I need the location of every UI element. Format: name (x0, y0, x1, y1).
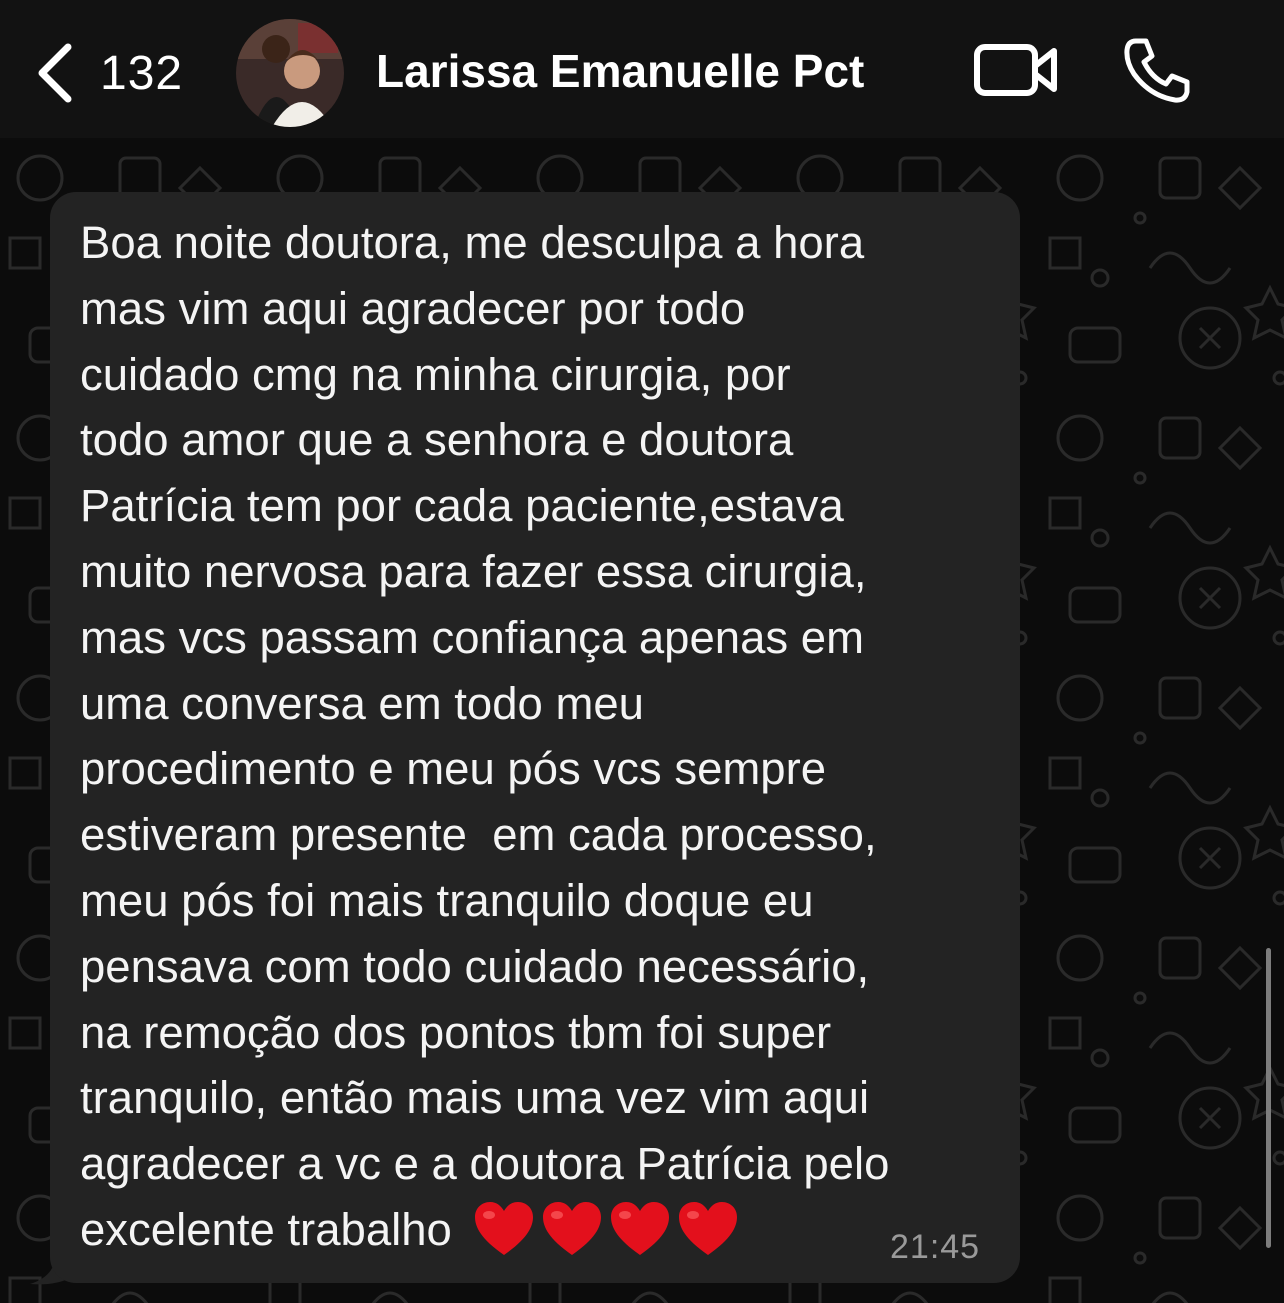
message-line: tranquilo, então mais uma vez vim aqui (80, 1072, 870, 1124)
avatar[interactable] (236, 19, 344, 127)
message-line: estiveram presente em cada processo, (80, 809, 877, 861)
message-line: mas vim aqui agradecer por todo (80, 282, 746, 334)
voice-call-button[interactable] (1122, 36, 1192, 106)
message-line: todo amor que a senhora e doutora (80, 414, 794, 466)
contact-name[interactable]: Larissa Emanuelle Pct (376, 44, 864, 98)
red-heart-icon (678, 1201, 737, 1255)
message-timestamp: 21:45 (890, 1228, 981, 1266)
message-line: uma conversa em todo meu (80, 677, 644, 729)
video-call-button[interactable] (972, 38, 1060, 102)
chat-header: 132 Larissa Emanuelle Pct (0, 0, 1284, 138)
message-line: pensava com todo cuidado necessário, (80, 940, 870, 992)
avatar-image (236, 19, 344, 127)
message-text: Boa noite doutora, me desculpa a hora ma… (80, 210, 1005, 1263)
chat-screen: 132 Larissa Emanuelle Pct Boa noite dout… (0, 0, 1284, 1303)
message-line: Boa noite doutora, me desculpa a hora (80, 217, 865, 268)
scroll-indicator[interactable] (1266, 948, 1271, 1248)
back-button[interactable]: 132 (34, 38, 183, 108)
message-line: mas vcs passam confiança apenas em (80, 611, 864, 663)
message-line: meu pós foi mais tranquilo doque eu (80, 874, 814, 926)
red-heart-icon (610, 1201, 669, 1255)
unread-count: 132 (100, 46, 184, 100)
message-last-line: excelente trabalho (80, 1197, 1005, 1263)
message-line: excelente trabalho (80, 1203, 452, 1255)
message-line: muito nervosa para fazer essa cirurgia, (80, 545, 867, 597)
message-line: cuidado cmg na minha cirurgia, por (80, 348, 791, 400)
message-line: na remoção dos pontos tbm foi super (80, 1006, 832, 1058)
message-line: Patrícia tem por cada paciente,estava (80, 480, 844, 532)
video-camera-icon (974, 44, 1057, 96)
phone-icon (1124, 38, 1190, 103)
red-heart-icon (474, 1201, 533, 1255)
message-line: procedimento e meu pós vcs sempre (80, 743, 827, 795)
message-line: agradecer a vc e a doutora Patrícia pelo (80, 1138, 890, 1190)
chevron-left-icon (38, 43, 72, 103)
red-heart-icon (542, 1201, 601, 1255)
